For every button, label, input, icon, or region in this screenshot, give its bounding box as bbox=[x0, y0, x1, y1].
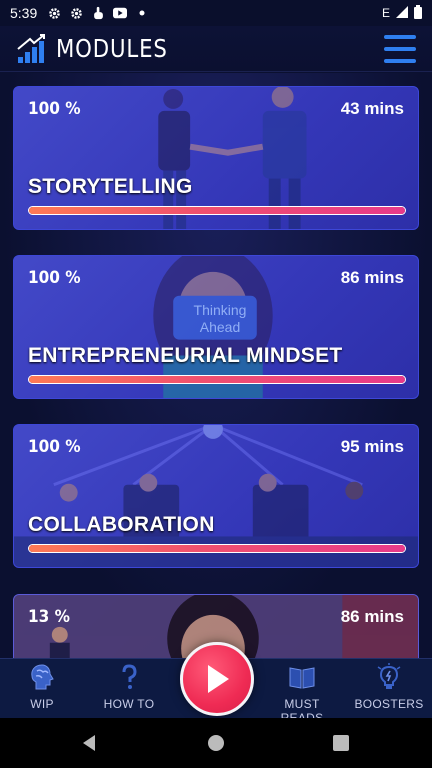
module-title: ENTREPRENEURIAL MINDSET bbox=[28, 344, 343, 367]
module-progress-bar bbox=[28, 206, 406, 215]
module-card-entrepreneurial-mindset[interactable]: Thinking Ahead 100 % 86 mins ENTREPRENEU… bbox=[13, 255, 419, 399]
nav-label: HOW TO bbox=[103, 697, 155, 711]
module-title: STORYTELLING bbox=[28, 175, 193, 198]
youtube-icon bbox=[113, 6, 128, 20]
settings-icon bbox=[47, 6, 61, 20]
signal-icon bbox=[396, 5, 408, 21]
nav-boosters[interactable]: BOOSTERS bbox=[349, 663, 429, 711]
touch-icon bbox=[91, 6, 105, 20]
menu-bar-icon bbox=[384, 34, 416, 39]
nav-must-reads[interactable]: MUST READS bbox=[262, 663, 342, 725]
module-duration: 86 mins bbox=[340, 607, 404, 626]
progress-fill bbox=[29, 207, 405, 214]
network-type: E bbox=[381, 6, 390, 20]
settings-icon-2 bbox=[69, 6, 83, 20]
status-time: 5:39 bbox=[10, 5, 38, 21]
battery-icon bbox=[414, 4, 422, 22]
menu-button[interactable] bbox=[384, 34, 416, 63]
play-button[interactable] bbox=[180, 642, 254, 716]
module-progress-label: 13 % bbox=[28, 607, 70, 627]
dot-icon bbox=[135, 6, 149, 20]
lightbulb-icon bbox=[377, 663, 401, 689]
menu-bar-icon bbox=[384, 46, 416, 51]
progress-fill bbox=[29, 376, 405, 383]
page-title: MODULES bbox=[56, 34, 168, 63]
module-progress-bar bbox=[28, 544, 406, 553]
app-header: MODULES bbox=[0, 26, 432, 72]
module-card-storytelling[interactable]: 100 % 43 mins STORYTELLING bbox=[13, 86, 419, 230]
back-icon[interactable] bbox=[80, 733, 100, 753]
module-progress-label: 100 % bbox=[28, 99, 81, 119]
progress-fill bbox=[29, 545, 405, 552]
nav-label: WIP bbox=[30, 697, 54, 711]
module-title: COLLABORATION bbox=[28, 513, 215, 536]
nav-label: BOOSTERS bbox=[354, 697, 424, 711]
thinking-ahead-text: Thinking Ahead bbox=[193, 302, 247, 335]
module-duration: 43 mins bbox=[340, 99, 404, 118]
nav-how-to[interactable]: HOW TO bbox=[89, 663, 169, 711]
system-nav-bar bbox=[0, 718, 432, 768]
brain-icon bbox=[31, 664, 54, 690]
recents-icon[interactable] bbox=[331, 733, 351, 753]
home-icon[interactable] bbox=[206, 733, 226, 753]
module-list[interactable]: 100 % 43 mins STORYTELLING Thinking Ahea… bbox=[0, 73, 432, 658]
menu-bar-icon bbox=[384, 58, 416, 63]
module-card-collaboration[interactable]: 100 % 95 mins COLLABORATION bbox=[13, 424, 419, 568]
play-icon bbox=[208, 665, 229, 693]
module-duration: 86 mins bbox=[340, 268, 404, 287]
nav-wip[interactable]: WIP bbox=[2, 663, 82, 711]
status-bar: 5:39 E bbox=[0, 0, 432, 26]
module-progress-bar bbox=[28, 375, 406, 384]
book-icon bbox=[289, 667, 315, 689]
module-progress-label: 100 % bbox=[28, 268, 81, 288]
module-duration: 95 mins bbox=[340, 437, 404, 456]
app-logo-icon bbox=[17, 33, 45, 63]
module-progress-label: 100 % bbox=[28, 437, 81, 457]
question-icon bbox=[122, 664, 137, 689]
